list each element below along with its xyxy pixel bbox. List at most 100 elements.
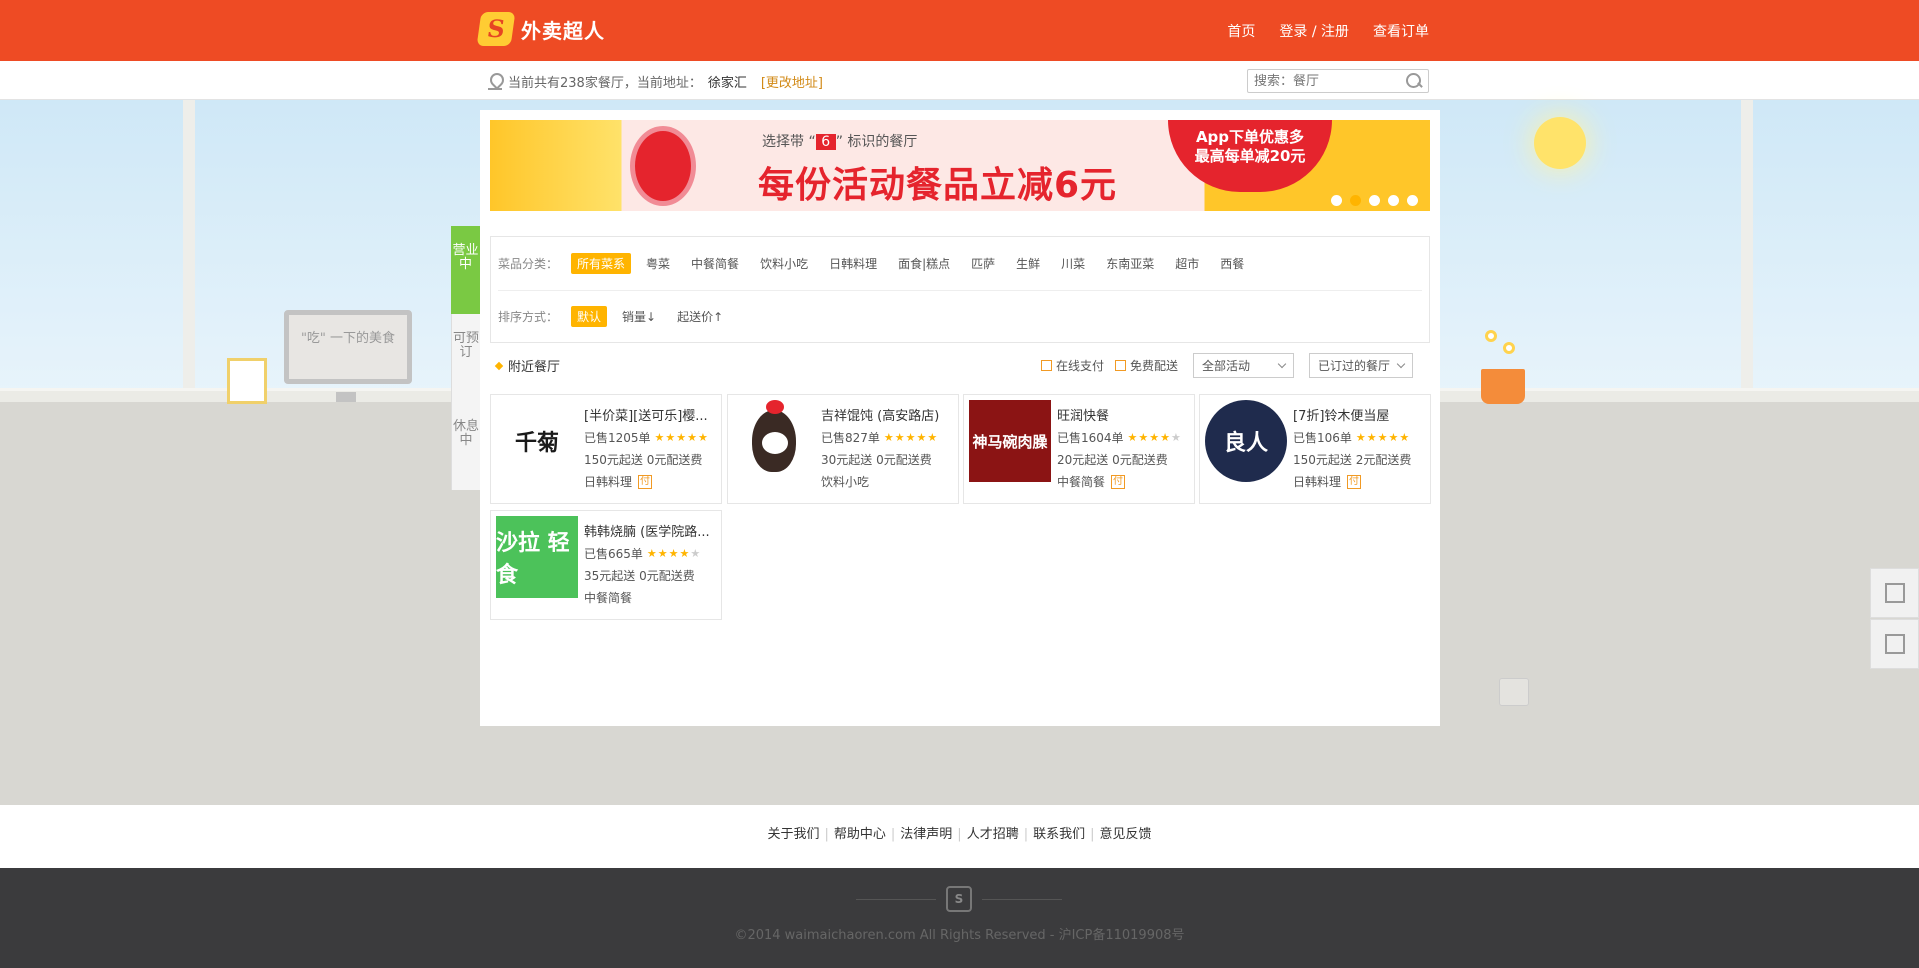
- category-chip[interactable]: 川菜: [1055, 253, 1091, 274]
- tab-open[interactable]: 营业中: [451, 226, 480, 314]
- restaurant-name[interactable]: 吉祥馄饨 (高安路店): [821, 405, 955, 424]
- sales-row: 已售1604单 ★★★★★: [1057, 429, 1191, 446]
- activity-select[interactable]: 全部活动: [1193, 353, 1294, 378]
- category-filter-row: 菜品分类： 所有菜系 粤菜 中餐简餐 饮料小吃 日韩料理 面食|糕点 匹萨 生鲜 川菜 东南亚菜超…: [498, 253, 1250, 274]
- edit-icon: [1884, 583, 1905, 603]
- window-frame: [183, 100, 195, 390]
- sort-chip[interactable]: 默认: [571, 306, 608, 327]
- restaurant-card[interactable]: 良人 [7折]铃木便当屋 已售106单 ★★★★★ 150元起送 2元配送费 日韩料理付: [1199, 394, 1431, 504]
- banner-dot[interactable]: [1369, 195, 1380, 206]
- monitor-stand: [336, 392, 356, 402]
- restaurant-card[interactable]: 吉祥馄饨 (高安路店) 已售827单 ★★★★★ 30元起送 0元配送费 饮料小吃: [727, 394, 959, 504]
- online-pay-label: 在线支付: [1056, 359, 1105, 373]
- sales-row: 已售827单 ★★★★★: [821, 429, 955, 446]
- category-chip[interactable]: 匹萨: [965, 253, 1001, 274]
- rating-stars: ★★★★★: [1127, 431, 1182, 444]
- link-separator: |: [824, 827, 829, 842]
- cuisine-type: 中餐简餐: [1057, 475, 1106, 489]
- restaurant-name[interactable]: 旺润快餐: [1057, 405, 1191, 424]
- sold-count: 已售106单: [1293, 431, 1352, 445]
- restaurant-card[interactable]: 神马碗肉臊 旺润快餐已售1604单 ★★★★★ 20元起送 0元配送费 中餐简餐付: [963, 394, 1195, 504]
- category-chip[interactable]: 生鲜: [1010, 253, 1046, 274]
- flower-pot-icon: [1481, 369, 1525, 404]
- link-separator: |: [890, 827, 896, 842]
- min-order: 30元起送: [821, 453, 873, 467]
- footer-link[interactable]: 人才招聘: [967, 827, 1019, 842]
- nav-home-link[interactable]: 首页: [1227, 21, 1255, 41]
- feedback-tool-button[interactable]: [1870, 568, 1919, 618]
- change-address-link[interactable]: [更改地址]: [761, 72, 823, 91]
- thumbnail-text: 良人: [1223, 431, 1268, 456]
- checkbox-icon: [1041, 360, 1052, 371]
- tab-closed[interactable]: 休息中: [451, 402, 480, 490]
- ordered-select[interactable]: 已订过的餐厅: [1309, 353, 1413, 378]
- delivery-row: 20元起送 0元配送费: [1057, 451, 1191, 468]
- min-order: 150元起送: [1293, 453, 1352, 467]
- promo-banner[interactable]: 选择带 “6” 标识的餐厅 每份活动餐品立减6元 App下单优惠多 最高每单减2…: [490, 120, 1430, 211]
- footer-link[interactable]: 关于我们: [767, 827, 819, 842]
- cuisine-type: 中餐简餐: [584, 591, 633, 605]
- checkbox-icon: [1115, 360, 1126, 371]
- banner-dot[interactable]: [1407, 195, 1418, 206]
- mouth-illustration: [630, 126, 696, 206]
- sold-count: 已售1205单: [584, 431, 651, 445]
- thumbnail-text: 沙拉 轻食: [496, 531, 570, 588]
- restaurant-thumbnail: [733, 400, 815, 482]
- tab-reservable[interactable]: 可预订: [451, 314, 480, 402]
- info-bar: 当前共有238家餐厅，当前地址： 徐家汇 [更改地址]: [0, 61, 1919, 100]
- restaurant-name[interactable]: [7折]铃木便当屋: [1293, 405, 1427, 424]
- cuisine-type: 日韩料理: [1293, 475, 1342, 489]
- restaurant-name[interactable]: 韩韩烧腩 (医学院路...: [584, 521, 718, 540]
- search-input[interactable]: [1248, 70, 1398, 92]
- min-order: 35元起送: [584, 569, 636, 583]
- banner-sub-suffix: ” 标识的餐厅: [835, 134, 918, 150]
- restaurant-thumbnail: 良人: [1205, 400, 1287, 482]
- footer-links: 关于我们 | 帮助中心 | 法律声明 | 人才招聘 | 联系我们 | 意见反馈: [0, 823, 1919, 842]
- banner-six-badge: 6: [815, 134, 836, 150]
- footer-link[interactable]: 联系我们: [1033, 827, 1085, 842]
- thumbnail-text: 神马碗肉臊: [972, 432, 1048, 451]
- restaurant-thumbnail: 沙拉 轻食: [496, 516, 578, 598]
- banner-dot[interactable]: [1331, 195, 1342, 206]
- rating-stars: ★★★★★: [646, 547, 702, 560]
- filter-divider: [498, 290, 1422, 291]
- free-delivery-checkbox[interactable]: 免费配送: [1115, 357, 1178, 374]
- banner-dot[interactable]: [1388, 195, 1399, 206]
- qrcode-tool-button[interactable]: [1870, 619, 1919, 669]
- sold-count: 已售665单: [584, 547, 643, 561]
- banner-sub-prefix: 选择带 “: [762, 134, 816, 150]
- category-chip[interactable]: 所有菜系: [571, 253, 632, 274]
- category-chip[interactable]: 日韩料理: [823, 253, 883, 274]
- footer-link[interactable]: 帮助中心: [834, 827, 886, 842]
- restaurant-card[interactable]: 沙拉 轻食 韩韩烧腩 (医学院路... 已售665单 ★★★★★ 35元起送 0元配送费…: [490, 510, 722, 620]
- footer-divider: [982, 899, 1062, 900]
- nav-orders-link[interactable]: 查看订单: [1373, 21, 1429, 41]
- banner-dot[interactable]: [1350, 195, 1361, 206]
- category-chip[interactable]: 超市: [1169, 253, 1205, 274]
- category-chip[interactable]: 面食|糕点: [892, 253, 956, 274]
- category-chip[interactable]: 中餐简餐: [685, 253, 745, 274]
- sort-chip[interactable]: 起送价↑: [671, 306, 729, 327]
- nav-login-link[interactable]: 登录 / 注册: [1279, 21, 1349, 41]
- footer-link[interactable]: 法律声明: [900, 827, 952, 842]
- cuisine-row: 中餐简餐付: [1057, 473, 1191, 490]
- restaurant-name[interactable]: [半价菜][送可乐]樱...: [584, 405, 718, 424]
- category-chip[interactable]: 西餐: [1214, 253, 1250, 274]
- footer-link[interactable]: 意见反馈: [1100, 827, 1152, 842]
- category-chip[interactable]: 饮料小吃: [754, 253, 814, 274]
- online-pay-badge: 付: [638, 474, 653, 489]
- sort-row: 排序方式： 默认 销量↓ 起送价↑: [498, 306, 729, 327]
- restaurant-count-text: 当前共有238家餐厅，当前地址：: [508, 76, 702, 91]
- sold-count: 已售827单: [821, 431, 880, 445]
- online-pay-checkbox[interactable]: 在线支付: [1041, 357, 1104, 374]
- brand-logo[interactable]: S 外卖超人: [476, 12, 605, 46]
- category-chip[interactable]: 粤菜: [640, 253, 676, 274]
- diamond-icon: [494, 361, 504, 370]
- monitor-illustration: "吃" 一下的美食: [284, 310, 412, 384]
- sort-chip[interactable]: 销量↓: [616, 306, 662, 327]
- search-icon[interactable]: [1406, 73, 1422, 89]
- restaurant-thumbnail: 千菊: [496, 400, 578, 482]
- restaurant-card[interactable]: 千菊 [半价菜][送可乐]樱... 已售1205单 ★★★★★ 150元起送 0元配送费…: [490, 394, 722, 504]
- category-chip[interactable]: 东南亚菜: [1100, 253, 1160, 274]
- cuisine-row: 日韩料理付: [1293, 473, 1427, 490]
